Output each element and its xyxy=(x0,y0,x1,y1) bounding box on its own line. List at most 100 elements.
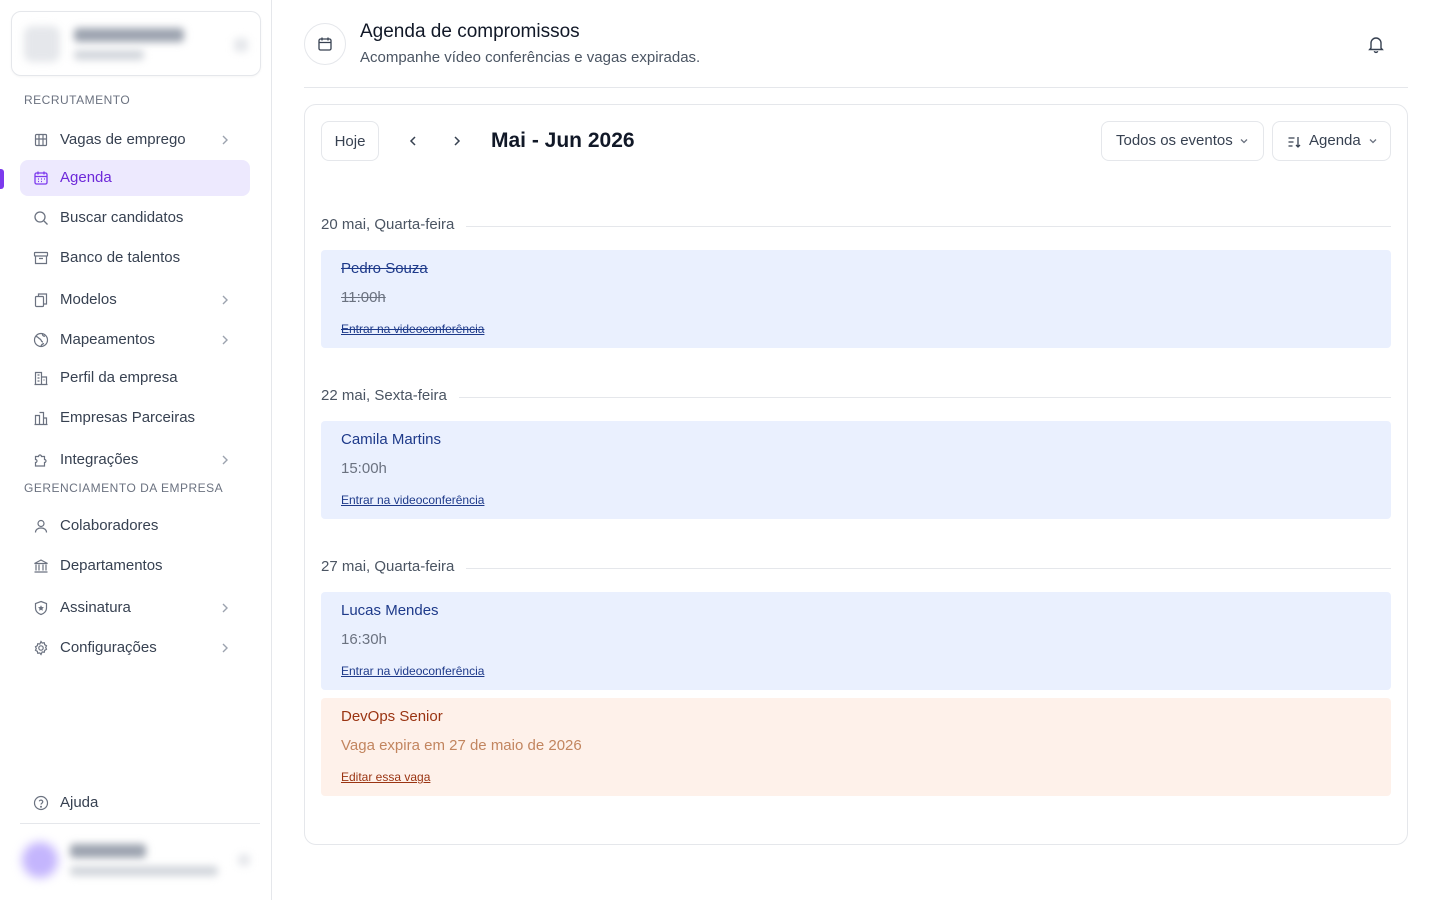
join-video-link[interactable]: Entrar na videoconferência xyxy=(341,493,484,507)
day-header: 27 mai, Quarta-feira xyxy=(321,558,1391,578)
day-label: 20 mai, Quarta-feira xyxy=(321,216,467,233)
organization-name-blurred xyxy=(74,28,184,42)
sidebar-item-label: Configurações xyxy=(60,639,157,656)
sidebar-item-label: Integrações xyxy=(60,451,139,468)
sidebar-item-label: Empresas Parceiras xyxy=(60,409,196,426)
event-card[interactable]: Lucas Mendes 16:30h Entrar na videoconfe… xyxy=(321,592,1391,690)
event-card[interactable]: Camila Martins 15:00h Entrar na videocon… xyxy=(321,421,1391,519)
join-video-link[interactable]: Entrar na videoconferência xyxy=(341,664,484,678)
sidebar-item-label: Departamentos xyxy=(60,557,163,574)
page-title: Agenda de compromissos xyxy=(360,21,580,42)
sidebar-divider xyxy=(20,823,260,824)
calendar-icon xyxy=(34,171,48,185)
sidebar-item-label: Agenda xyxy=(60,169,112,186)
sidebar-item-modelos[interactable]: Modelos xyxy=(20,282,250,318)
day-header: 22 mai, Sexta-feira xyxy=(321,387,1391,407)
sidebar-item-mapeamentos[interactable]: Mapeamentos xyxy=(20,322,250,358)
sidebar-item-assinatura[interactable]: Assinatura xyxy=(20,590,250,626)
day-divider xyxy=(321,397,1391,398)
building-icon xyxy=(34,133,48,147)
sidebar-item-label: Perfil da empresa xyxy=(60,369,178,386)
month-range-title: Mai - Jun 2026 xyxy=(491,129,635,152)
job-title: DevOps Senior xyxy=(341,708,443,725)
sidebar-item-label: Ajuda xyxy=(60,794,99,811)
sidebar-item-agenda[interactable]: Agenda xyxy=(20,160,250,196)
chevron-right-icon xyxy=(222,603,228,613)
chevron-right-icon xyxy=(222,295,228,305)
partner-building-icon xyxy=(34,411,48,426)
sidebar-item-integracoes[interactable]: Integrações xyxy=(20,442,250,478)
sidebar-item-banco-talentos[interactable]: Banco de talentos xyxy=(20,240,250,276)
chevron-right-icon xyxy=(222,335,228,345)
event-card[interactable]: Pedro Souza 11:00h Entrar na videoconfer… xyxy=(321,250,1391,348)
bank-icon xyxy=(34,559,48,573)
event-time: 15:00h xyxy=(341,460,387,477)
search-icon xyxy=(34,211,48,225)
chevron-down-icon xyxy=(1369,139,1377,144)
event-time: 16:30h xyxy=(341,631,387,648)
day-label: 27 mai, Quarta-feira xyxy=(321,558,467,575)
sidebar-item-ajuda[interactable]: Ajuda xyxy=(20,785,250,821)
chevron-right-icon xyxy=(222,455,228,465)
chevron-right-icon xyxy=(454,136,461,146)
sidebar-item-label: Banco de talentos xyxy=(60,249,181,266)
calendar-card: Hoje Mai - Jun 2026 Todos os eventos Age… xyxy=(304,104,1408,845)
sidebar: RECRUTAMENTO Vagas de emprego Agenda Bus… xyxy=(0,0,272,900)
puzzle-icon xyxy=(34,454,47,467)
sidebar-item-buscar-candidatos[interactable]: Buscar candidatos xyxy=(20,200,250,236)
next-button[interactable] xyxy=(443,127,471,155)
sidebar-item-label: Buscar candidatos xyxy=(60,209,184,226)
user-email-blurred xyxy=(70,866,218,876)
calendar-icon xyxy=(318,37,332,51)
organization-avatar xyxy=(24,26,60,62)
gear-icon xyxy=(34,640,48,656)
page-subtitle: Acompanhe vídeo conferências e vagas exp… xyxy=(360,49,701,66)
sidebar-item-departamentos[interactable]: Departamentos xyxy=(20,548,250,584)
user-name-blurred xyxy=(70,844,146,858)
organization-switcher[interactable] xyxy=(11,11,261,76)
event-filter-label: Todos os eventos xyxy=(1116,132,1233,149)
bell-icon[interactable] xyxy=(1366,34,1386,54)
company-icon xyxy=(34,371,48,386)
page-header: Agenda de compromissos Acompanhe vídeo c… xyxy=(304,0,1408,88)
archive-icon xyxy=(33,251,49,265)
event-name: Pedro Souza xyxy=(341,260,428,277)
sidebar-item-vagas[interactable]: Vagas de emprego xyxy=(20,122,250,158)
day-label: 22 mai, Sexta-feira xyxy=(321,387,459,404)
section-title-recrutamento: RECRUTAMENTO xyxy=(24,93,131,107)
day-divider xyxy=(321,568,1391,569)
edit-job-link[interactable]: Editar essa vaga xyxy=(341,770,430,784)
event-name: Lucas Mendes xyxy=(341,602,439,619)
chevron-right-icon xyxy=(222,643,228,653)
event-filter-select[interactable]: Todos os eventos xyxy=(1101,121,1264,161)
chevron-right-icon xyxy=(222,135,228,145)
user-icon xyxy=(34,519,48,533)
chevron-down-icon xyxy=(1240,139,1248,144)
copy-icon xyxy=(34,293,48,308)
organization-detail-blurred xyxy=(74,50,144,60)
avatar xyxy=(22,842,58,878)
sidebar-item-perfil-empresa[interactable]: Perfil da empresa xyxy=(20,360,250,396)
sidebar-item-label: Assinatura xyxy=(60,599,131,616)
day-divider xyxy=(321,226,1391,227)
sidebar-item-label: Modelos xyxy=(60,291,117,308)
sidebar-item-configuracoes[interactable]: Configurações xyxy=(20,630,250,666)
section-title-gerenciamento: GERENCIAMENTO DA EMPRESA xyxy=(24,481,224,495)
active-indicator xyxy=(0,169,4,189)
globe-icon xyxy=(33,332,49,348)
join-video-link[interactable]: Entrar na videoconferência xyxy=(341,322,484,336)
job-expiry-card[interactable]: DevOps Senior Vaga expira em 27 de maio … xyxy=(321,698,1391,796)
sidebar-item-colaboradores[interactable]: Colaboradores xyxy=(20,508,250,544)
previous-button[interactable] xyxy=(399,127,427,155)
header-icon-wrap xyxy=(304,23,346,65)
chevron-left-icon xyxy=(409,136,416,146)
sidebar-item-empresas-parceiras[interactable]: Empresas Parceiras xyxy=(20,400,250,436)
event-name: Camila Martins xyxy=(341,431,442,448)
day-header: 20 mai, Quarta-feira xyxy=(321,216,1391,236)
shield-icon xyxy=(34,600,48,616)
user-menu[interactable] xyxy=(20,832,260,888)
view-mode-select[interactable]: Agenda xyxy=(1272,121,1391,161)
sidebar-item-label: Mapeamentos xyxy=(60,331,156,348)
view-mode-label: Agenda xyxy=(1309,132,1361,149)
today-button[interactable]: Hoje xyxy=(321,121,379,161)
